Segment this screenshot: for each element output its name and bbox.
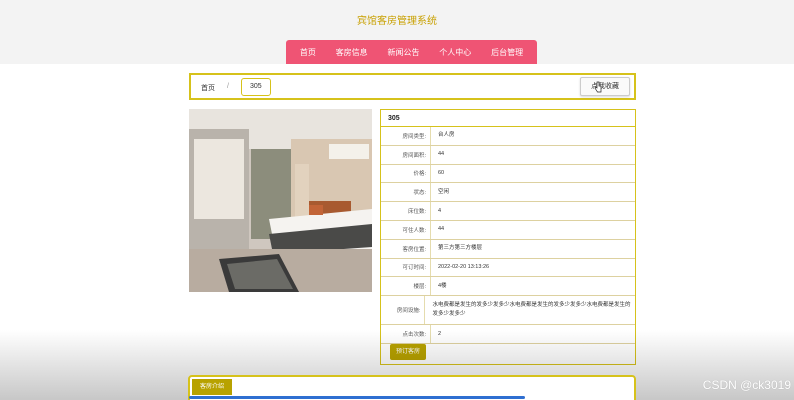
info-row: 状态: 空闲 xyxy=(381,183,635,203)
room-photo xyxy=(189,109,372,292)
field-label: 房间面积: xyxy=(381,145,431,164)
info-row: 价格: 60 xyxy=(381,164,635,184)
site-title: 宾馆客房管理系统 xyxy=(357,16,437,27)
breadcrumb-current: 305 xyxy=(241,78,271,96)
field-label: 房间设施: xyxy=(381,296,426,325)
info-row: 客房位置: 第三方第三方楼层 xyxy=(381,239,635,259)
info-row: 床位数: 4 xyxy=(381,202,635,221)
field-value: 4楼 xyxy=(438,282,447,289)
info-row: 可订时间: 2022-02-20 13:13:26 xyxy=(381,258,635,278)
field-value: 60 xyxy=(438,169,445,176)
info-row: 房间面积: 44 xyxy=(381,145,635,165)
field-value: 水电费都是发生的发多少发多少水电费都是发生的发多少发多少水电费都是发生的发多少发… xyxy=(432,302,631,318)
nav-admin[interactable]: 后台管理 xyxy=(491,47,523,58)
field-value: 台人房 xyxy=(438,132,455,139)
field-label: 状态: xyxy=(381,183,431,202)
hand-cursor-icon xyxy=(594,81,602,93)
field-label: 可订时间: xyxy=(381,258,431,277)
info-row: 房间类型: 台人房 xyxy=(381,127,635,146)
field-label: 价格: xyxy=(381,164,431,183)
field-value: 4 xyxy=(438,207,442,214)
nav-rooms[interactable]: 客房信息 xyxy=(336,47,368,58)
field-label: 点击次数: xyxy=(381,325,431,343)
field-label: 客房位置: xyxy=(381,239,431,258)
room-title: 305 xyxy=(381,110,635,127)
info-row: 可住人数: 44 xyxy=(381,220,635,240)
breadcrumb-separator: / xyxy=(227,83,229,90)
main-nav: 首页 客房信息 新闻公告 个人中心 后台管理 xyxy=(286,40,537,64)
field-label: 楼层: xyxy=(381,277,431,296)
top-header: 宾馆客房管理系统 首页 客房信息 新闻公告 个人中心 后台管理 xyxy=(0,0,794,64)
room-info-panel: 305 房间类型: 台人房 房间面积: 44 价格: 60 状态: 空闲 床位数… xyxy=(380,109,636,365)
field-label: 床位数: xyxy=(381,202,431,220)
field-label: 可住人数: xyxy=(381,220,431,239)
nav-home[interactable]: 首页 xyxy=(300,47,316,58)
tab-room-intro[interactable]: 客房介绍 xyxy=(192,379,232,395)
field-value: 第三方第三方楼层 xyxy=(438,245,483,252)
watermark: CSDN @ck3019 xyxy=(702,378,791,392)
nav-news[interactable]: 新闻公告 xyxy=(387,47,419,58)
info-row: 房间设施: 水电费都是发生的发多少发多少水电费都是发生的发多少发多少水电费都是发… xyxy=(381,296,635,326)
horizontal-scrollbar[interactable] xyxy=(189,396,525,399)
field-label: 房间类型: xyxy=(381,127,431,145)
field-value: 44 xyxy=(438,226,445,233)
info-row: 楼层: 4楼 xyxy=(381,277,635,297)
book-room-button[interactable]: 预订客房 xyxy=(390,344,426,360)
field-value: 2022-02-20 13:13:26 xyxy=(438,263,490,270)
favorite-button[interactable]: 点我收藏 xyxy=(580,77,630,96)
field-value: 2 xyxy=(438,330,442,337)
info-row: 点击次数: 2 xyxy=(381,325,635,344)
nav-profile[interactable]: 个人中心 xyxy=(439,47,471,58)
breadcrumb: 首页 / 305 点我收藏 xyxy=(189,73,636,100)
field-value: 44 xyxy=(438,151,445,158)
breadcrumb-home[interactable]: 首页 xyxy=(201,83,215,93)
field-value: 空闲 xyxy=(438,188,450,195)
